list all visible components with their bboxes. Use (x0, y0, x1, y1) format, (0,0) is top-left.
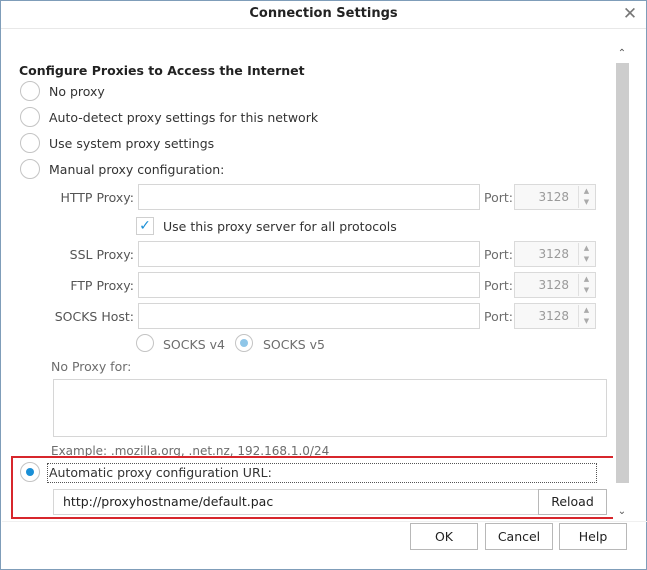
http-port-input[interactable]: 3128 ▲ ▼ (514, 184, 596, 210)
title-bar: Connection Settings ✕ (1, 1, 646, 29)
socks-v4-label[interactable]: SOCKS v4 (163, 337, 225, 352)
socks-port-value: 3128 (538, 309, 569, 323)
manual-proxy-label[interactable]: Manual proxy configuration: (49, 162, 224, 177)
use-for-all-label[interactable]: Use this proxy server for all protocols (163, 219, 397, 234)
http-port-spinner[interactable]: ▲ ▼ (578, 186, 594, 208)
ftp-port-label: Port: (484, 278, 513, 293)
socks-port-spinner[interactable]: ▲ ▼ (578, 305, 594, 327)
chevron-up-icon[interactable]: ⌃ (613, 45, 631, 63)
help-button[interactable]: Help (559, 523, 627, 550)
socks-host-input[interactable] (138, 303, 480, 329)
http-proxy-label: HTTP Proxy: (60, 190, 134, 205)
radio-manual-proxy[interactable] (20, 159, 40, 179)
ssl-proxy-label: SSL Proxy: (69, 247, 134, 262)
socks-port-input[interactable]: 3128 ▲ ▼ (514, 303, 596, 329)
socks-v5-label[interactable]: SOCKS v5 (263, 337, 325, 352)
scrollbar-thumb[interactable] (616, 63, 629, 483)
no-proxy-for-label: No Proxy for: (51, 359, 132, 374)
radio-socks-v5[interactable] (235, 334, 253, 352)
radio-auto-config-url[interactable] (20, 462, 40, 482)
use-for-all-checkbox[interactable]: ✓ (136, 217, 154, 235)
http-port-label: Port: (484, 190, 513, 205)
ftp-proxy-input[interactable] (138, 272, 480, 298)
radio-socks-v4[interactable] (136, 334, 154, 352)
ftp-port-input[interactable]: 3128 ▲ ▼ (514, 272, 596, 298)
connection-settings-dialog: Connection Settings ✕ Configure Proxies … (0, 0, 647, 570)
cancel-button[interactable]: Cancel (485, 523, 553, 550)
http-proxy-input[interactable] (138, 184, 480, 210)
ftp-port-spinner[interactable]: ▲ ▼ (578, 274, 594, 296)
footer-separator (2, 521, 647, 522)
auto-detect-label[interactable]: Auto-detect proxy settings for this netw… (49, 110, 318, 125)
ssl-port-value: 3128 (538, 247, 569, 261)
ssl-port-spinner[interactable]: ▲ ▼ (578, 243, 594, 265)
no-proxy-for-textarea[interactable] (53, 379, 607, 437)
no-proxy-label[interactable]: No proxy (49, 84, 105, 99)
radio-system-proxy[interactable] (20, 133, 40, 153)
socks-port-label: Port: (484, 309, 513, 324)
checkmark-icon: ✓ (139, 218, 151, 234)
http-port-value: 3128 (538, 190, 569, 204)
dialog-title: Connection Settings (249, 6, 398, 21)
section-title: Configure Proxies to Access the Internet (19, 63, 305, 78)
ftp-port-value: 3128 (538, 278, 569, 292)
auto-config-url-label[interactable]: Automatic proxy configuration URL: (49, 465, 272, 480)
chevron-down-icon[interactable]: ⌄ (613, 503, 631, 521)
vertical-scrollbar[interactable]: ⌃ ⌄ (613, 45, 631, 521)
radio-auto-detect[interactable] (20, 107, 40, 127)
ftp-proxy-label: FTP Proxy: (70, 278, 134, 293)
reload-button[interactable]: Reload (538, 489, 607, 515)
radio-no-proxy[interactable] (20, 81, 40, 101)
socks-host-label: SOCKS Host: (54, 309, 134, 324)
ssl-proxy-input[interactable] (138, 241, 480, 267)
close-icon[interactable]: ✕ (620, 4, 640, 24)
ssl-port-input[interactable]: 3128 ▲ ▼ (514, 241, 596, 267)
ok-button[interactable]: OK (410, 523, 478, 550)
system-proxy-label[interactable]: Use system proxy settings (49, 136, 214, 151)
pac-url-input[interactable]: http://proxyhostname/default.pac (53, 489, 539, 515)
ssl-port-label: Port: (484, 247, 513, 262)
